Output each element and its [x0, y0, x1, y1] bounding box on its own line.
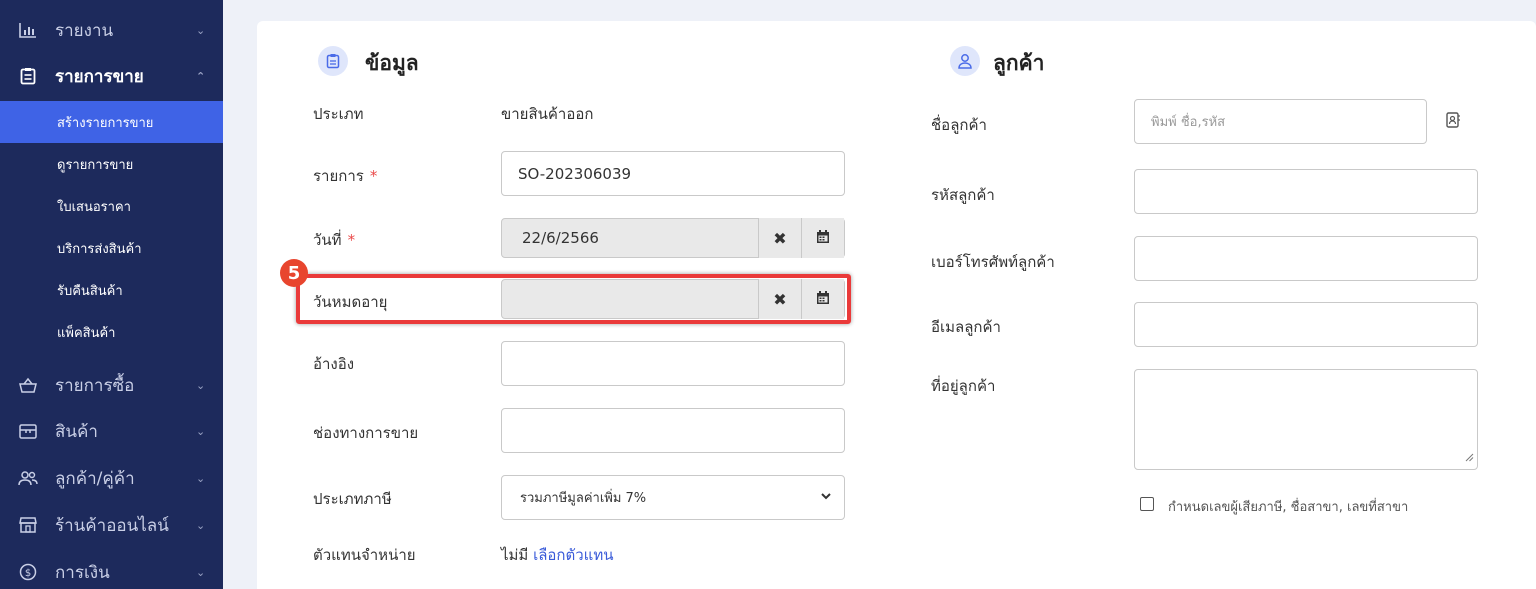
sidebar-item-finance[interactable]: $ การเงิน ⌄ — [0, 552, 223, 589]
type-value: ขายสินค้าออก — [501, 105, 594, 123]
customer-code-label: รหัสลูกค้า — [931, 186, 995, 204]
users-icon — [18, 468, 38, 488]
customer-phone-input[interactable] — [1134, 236, 1478, 281]
customer-email-input[interactable] — [1134, 302, 1478, 347]
sidebar: รายงาน ⌄ รายการขาย ⌃ สร้างรายการขาย ดูรา… — [0, 0, 223, 589]
chevron-down-icon: ⌄ — [196, 518, 206, 532]
customer-phone-label: เบอร์โทรศัพท์ลูกค้า — [931, 253, 1055, 271]
sales-channel-input[interactable] — [501, 408, 845, 453]
choose-agent-link[interactable]: เลือกตัวแทน — [533, 546, 613, 564]
customer-email-label: อีเมลลูกค้า — [931, 318, 1001, 336]
type-label: ประเภท — [313, 105, 364, 123]
sidebar-subitem-label: บริการส่งสินค้า — [57, 241, 142, 257]
box-icon — [18, 421, 38, 441]
date-value: 22/6/2566 — [522, 229, 599, 247]
sidebar-subitem-label: รับคืนสินค้า — [57, 283, 123, 299]
store-icon — [18, 515, 38, 535]
customer-section-title: ลูกค้า — [993, 51, 1045, 75]
close-icon: ✖ — [773, 228, 787, 248]
bar-chart-icon — [18, 20, 38, 40]
sidebar-item-label: รายการขาย — [55, 66, 144, 87]
date-label: วันที่ * — [313, 228, 355, 252]
reference-label: อ้างอิง — [313, 355, 355, 373]
channel-label: ช่องทางการขาย — [313, 424, 419, 442]
customer-address-textarea[interactable] — [1134, 369, 1478, 470]
dollar-circle-icon: $ — [18, 562, 38, 582]
sidebar-item-label: ร้านค้าออนไลน์ — [55, 515, 169, 536]
sidebar-subitem-label: ใบเสนอราคา — [57, 199, 131, 215]
tax-type-label: ประเภทภาษี — [313, 490, 392, 508]
step-badge: 5 — [280, 259, 308, 287]
agent-label: ตัวแทนจำหน่าย — [313, 546, 416, 564]
calendar-button[interactable] — [801, 218, 844, 258]
user-icon — [950, 46, 980, 76]
highlight-box — [296, 274, 851, 324]
chevron-down-icon: ⌄ — [196, 471, 206, 485]
chevron-down-icon: ⌄ — [196, 23, 206, 37]
customer-name-placeholder: พิมพ์ ชื่อ,รหัส — [1151, 115, 1226, 130]
chevron-down-icon: ⌄ — [196, 565, 206, 579]
sidebar-item-label: ลูกค้า/คู่ค้า — [55, 468, 135, 489]
sidebar-subitem-view-sales[interactable]: ดูรายการขาย — [0, 143, 223, 185]
basket-icon — [18, 375, 38, 395]
customer-name-input[interactable]: พิมพ์ ชื่อ,รหัส — [1134, 99, 1427, 144]
sidebar-subitem-label: แพ็คสินค้า — [57, 325, 116, 341]
clipboard-icon — [18, 66, 38, 86]
sidebar-subitem-delivery[interactable]: บริการส่งสินค้า — [0, 227, 223, 269]
sidebar-item-products[interactable]: สินค้า ⌄ — [0, 411, 223, 451]
sidebar-subitem-label: สร้างรายการขาย — [57, 115, 154, 131]
sidebar-item-sales[interactable]: รายการขาย ⌃ — [0, 56, 223, 96]
sidebar-subitem-quotation[interactable]: ใบเสนอราคา — [0, 185, 223, 227]
clipboard-icon — [318, 46, 348, 76]
sidebar-subitem-label: ดูรายการขาย — [57, 157, 134, 173]
tax-type-value: รวมภาษีมูลค่าเพิ่ม 7% — [520, 491, 647, 506]
doc-label: รายการ * — [313, 164, 377, 188]
required-mark: * — [347, 231, 356, 249]
customer-code-input[interactable] — [1134, 169, 1478, 214]
doc-label-text: รายการ — [313, 167, 364, 185]
chevron-down-icon: ⌄ — [196, 378, 206, 392]
sidebar-item-label: รายการซื้อ — [55, 375, 135, 396]
sidebar-item-reports[interactable]: รายงาน ⌄ — [0, 10, 223, 50]
calendar-icon — [816, 229, 830, 248]
doc-number-input[interactable]: SO-202306039 — [501, 151, 845, 196]
tax-type-select[interactable]: รวมภาษีมูลค่าเพิ่ม 7% — [501, 475, 845, 520]
contact-book-icon[interactable] — [1446, 112, 1460, 132]
chevron-down-icon: ⌄ — [196, 424, 206, 438]
sidebar-item-purchases[interactable]: รายการซื้อ ⌄ — [0, 365, 223, 405]
reference-input[interactable] — [501, 341, 845, 386]
sidebar-item-label: รายงาน — [55, 20, 114, 41]
agent-value: ไม่มี เลือกตัวแทน — [501, 543, 614, 567]
sidebar-item-label: สินค้า — [55, 421, 98, 442]
doc-number-value: SO-202306039 — [518, 164, 632, 183]
customer-name-label: ชื่อลูกค้า — [931, 116, 987, 134]
agent-none-text: ไม่มี — [501, 546, 529, 564]
info-section-title: ข้อมูล — [365, 51, 419, 75]
date-label-text: วันที่ — [313, 231, 342, 249]
sidebar-item-online-store[interactable]: ร้านค้าออนไลน์ ⌄ — [0, 505, 223, 545]
chevron-up-icon: ⌃ — [196, 69, 206, 83]
sidebar-item-label: การเงิน — [55, 562, 110, 583]
clear-date-button[interactable]: ✖ — [758, 218, 801, 258]
sidebar-item-customers[interactable]: ลูกค้า/คู่ค้า ⌄ — [0, 458, 223, 498]
tax-id-checkbox-label: กำหนดเลขผู้เสียภาษี, ชื่อสาขา, เลขที่สาข… — [1168, 500, 1409, 515]
sidebar-subitem-returns[interactable]: รับคืนสินค้า — [0, 269, 223, 311]
tax-id-checkbox[interactable] — [1140, 497, 1154, 511]
customer-address-label: ที่อยู่ลูกค้า — [931, 377, 996, 395]
sidebar-subitem-create-sale[interactable]: สร้างรายการขาย — [0, 101, 223, 143]
required-mark: * — [369, 167, 378, 185]
chevron-down-icon — [820, 490, 832, 506]
resize-handle-icon[interactable] — [1465, 447, 1474, 466]
svg-text:$: $ — [25, 568, 31, 579]
sidebar-subitem-packing[interactable]: แพ็คสินค้า — [0, 311, 223, 353]
